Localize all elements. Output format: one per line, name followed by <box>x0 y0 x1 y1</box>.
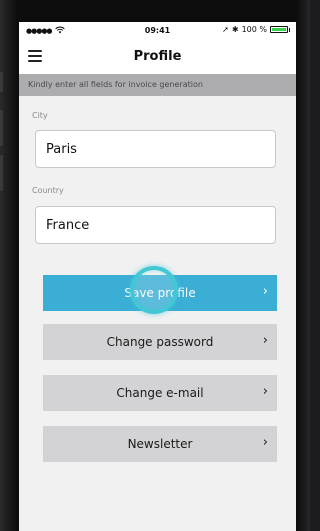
battery-icon <box>270 26 288 33</box>
change-email-label: Change e-mail <box>116 386 204 400</box>
bluetooth-icon: ✱ <box>231 25 239 34</box>
chevron-right-icon: › <box>262 384 268 399</box>
device-mute-switch <box>0 72 3 92</box>
city-input[interactable] <box>35 130 276 168</box>
device-bezel-top <box>0 0 310 22</box>
change-email-button[interactable]: Change e-mail › <box>43 375 277 411</box>
chevron-right-icon: › <box>262 333 268 348</box>
battery-tip <box>289 27 290 32</box>
phone-screen: ●●●●● 09:41 ➚ ✱ 100 % Profile Kindly ent… <box>19 22 296 531</box>
save-profile-button[interactable]: Save profile › <box>43 275 277 311</box>
chevron-right-icon: › <box>262 284 268 299</box>
status-right: ➚ ✱ 100 % <box>222 25 290 34</box>
page-title: Profile <box>133 49 182 64</box>
invoice-notice-banner: Kindly enter all fields for invoice gene… <box>19 74 296 96</box>
battery-percent: 100 % <box>241 25 267 34</box>
change-password-label: Change password <box>106 335 214 349</box>
save-profile-label: Save profile <box>124 286 196 300</box>
battery-fill <box>272 28 286 31</box>
newsletter-button[interactable]: Newsletter › <box>43 426 277 462</box>
change-password-button[interactable]: Change password › <box>43 324 277 360</box>
city-label: City <box>32 111 48 120</box>
device-volume-down <box>0 155 3 191</box>
newsletter-label: Newsletter <box>127 437 193 451</box>
device-bezel-right <box>296 0 310 531</box>
chevron-right-icon: › <box>262 435 268 450</box>
device-volume-up <box>0 110 3 146</box>
status-bar: ●●●●● 09:41 ➚ ✱ 100 % <box>19 22 296 40</box>
country-label: Country <box>32 186 64 195</box>
location-icon: ➚ <box>222 25 229 34</box>
navigation-bar: Profile <box>19 40 296 74</box>
country-input[interactable] <box>35 206 276 244</box>
